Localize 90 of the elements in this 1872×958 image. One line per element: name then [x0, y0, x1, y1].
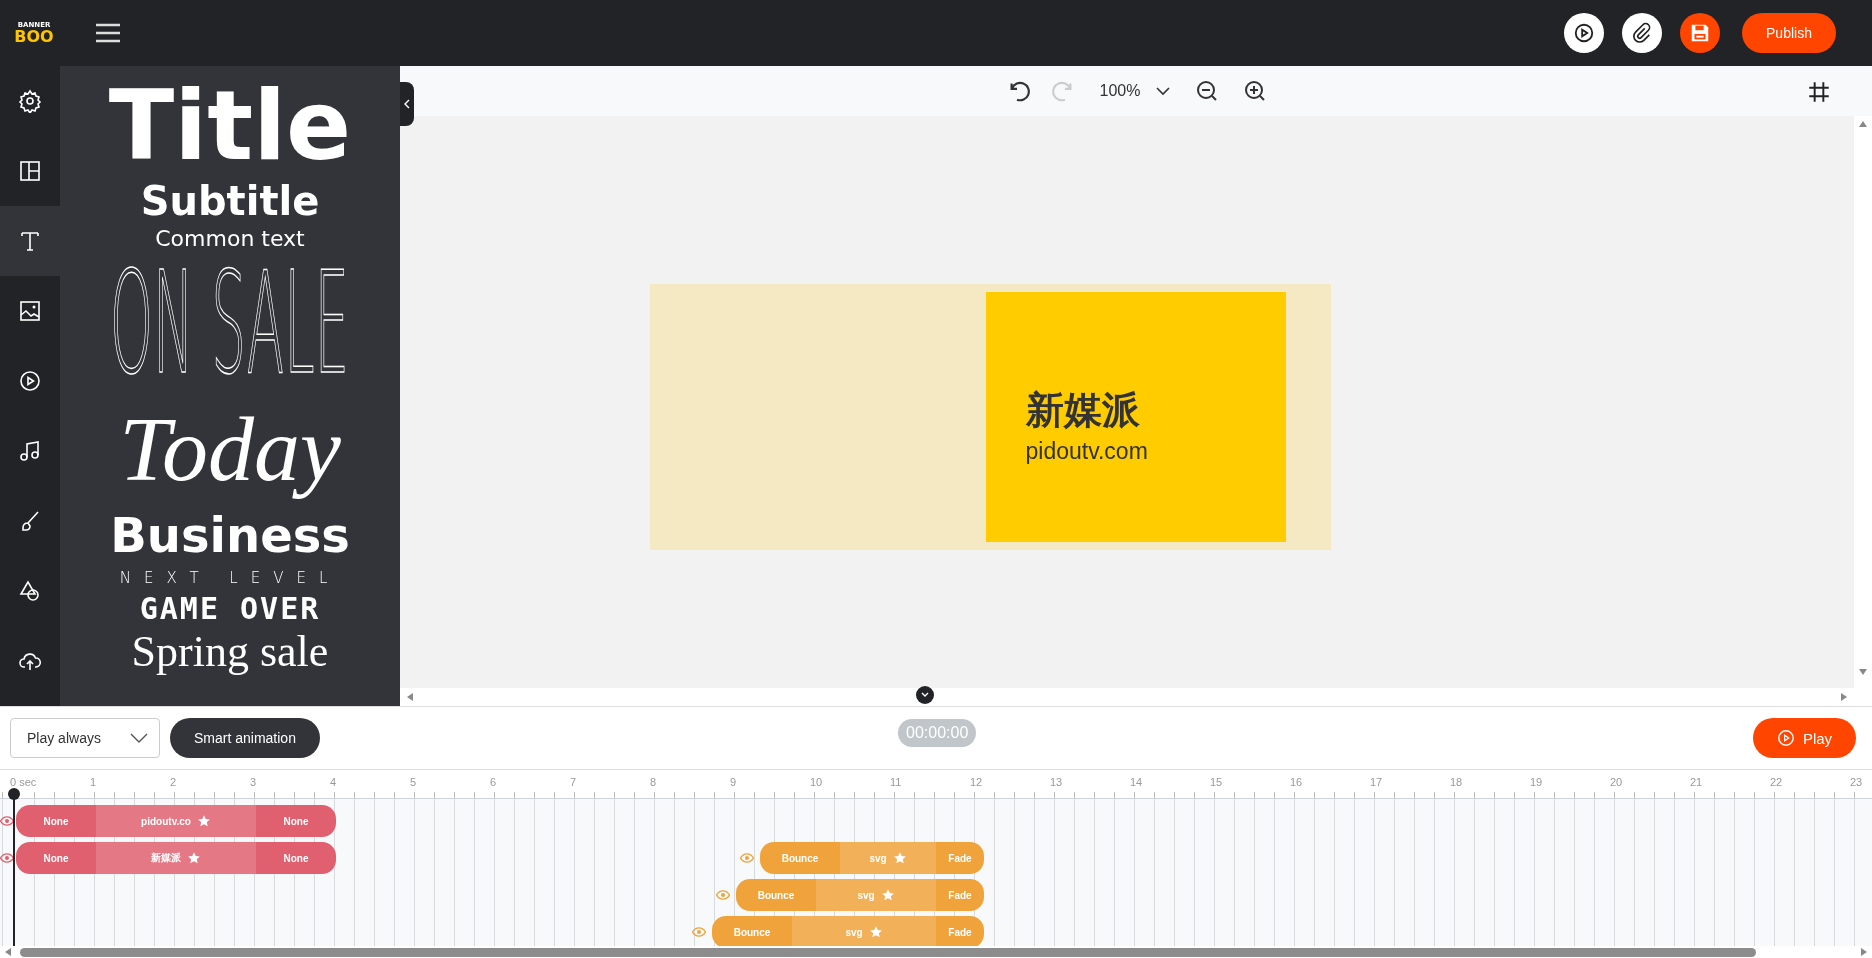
save-button[interactable]: [1680, 13, 1720, 53]
animation-segment[interactable]: Bounce: [760, 842, 840, 874]
collapse-panel-button[interactable]: [400, 82, 414, 126]
ruler-label: 2: [170, 776, 177, 788]
link-button[interactable]: [1622, 13, 1662, 53]
text-style-sample[interactable]: Spring sale: [131, 628, 329, 676]
ruler-label: 13: [1050, 776, 1063, 788]
text-style-sample[interactable]: Today: [119, 394, 341, 504]
settings-icon: [18, 89, 42, 113]
animation-segment[interactable]: Fade: [936, 842, 984, 874]
scroll-up-icon[interactable]: [1859, 120, 1867, 128]
animation-track-bar[interactable]: None 新媒派 None: [16, 842, 336, 874]
ruler-label: 20: [1610, 776, 1623, 788]
play-circle-icon: [18, 369, 42, 393]
preview-button[interactable]: [1564, 13, 1604, 53]
scroll-right-icon[interactable]: [1860, 948, 1868, 956]
chevron-left-icon: [403, 99, 411, 109]
star-icon: [880, 888, 895, 902]
shapes-icon: [18, 579, 42, 603]
zoom-dropdown[interactable]: 100%: [1099, 82, 1173, 100]
ruler-label: 23: [1850, 776, 1863, 788]
caret-icon: [129, 731, 149, 745]
animation-segment[interactable]: Fade: [936, 879, 984, 911]
ruler-label: 22: [1770, 776, 1783, 788]
animation-track-bar[interactable]: Bounce svg Fade: [760, 842, 984, 874]
text-style-sample[interactable]: Subtitle: [140, 178, 320, 224]
text-style-sample[interactable]: Common text: [155, 224, 305, 254]
banner-headline[interactable]: 新媒派: [1025, 385, 1286, 435]
star-icon: [868, 925, 883, 939]
text-icon: [18, 229, 42, 253]
publish-button[interactable]: Publish: [1742, 13, 1836, 53]
text-style-sample[interactable]: ON SALE: [110, 254, 350, 394]
ruler-label: 11: [890, 776, 902, 788]
smart-animation-button[interactable]: Smart animation: [170, 718, 320, 758]
playhead[interactable]: [8, 788, 20, 946]
scroll-right-icon[interactable]: [1840, 693, 1848, 701]
scrollbar-thumb[interactable]: [20, 947, 1756, 957]
animation-segment[interactable]: None: [256, 842, 336, 874]
animation-segment[interactable]: Fade: [936, 916, 984, 946]
star-icon: [196, 814, 211, 828]
music-note-icon: [18, 439, 42, 463]
ruler-label: 21: [1690, 776, 1703, 788]
layout-icon: [18, 159, 42, 183]
eye-icon[interactable]: [0, 814, 14, 828]
ruler-label: 3: [250, 776, 257, 788]
play-button[interactable]: Play: [1753, 718, 1856, 758]
animation-segment[interactable]: None: [16, 805, 96, 837]
eye-icon[interactable]: [0, 851, 14, 865]
ruler-label: 9: [730, 776, 737, 788]
ruler-label: 0 sec: [10, 776, 37, 788]
scroll-left-icon[interactable]: [406, 693, 414, 701]
image-icon: [18, 299, 42, 323]
ruler-label: 15: [1210, 776, 1223, 788]
animation-segment[interactable]: None: [16, 842, 96, 874]
ruler-label: 7: [570, 776, 577, 788]
animation-track-bar[interactable]: None pidoutv.co None: [16, 805, 336, 837]
animation-track-bar[interactable]: Bounce svg Fade: [712, 916, 984, 946]
ruler-label: 10: [810, 776, 823, 788]
star-icon: [892, 851, 907, 865]
animation-segment[interactable]: Bounce: [712, 916, 792, 946]
ruler-label: 14: [1130, 776, 1143, 788]
animation-segment[interactable]: None: [256, 805, 336, 837]
paperclip-icon: [1631, 22, 1653, 44]
text-style-sample[interactable]: NEXT LEVEL: [119, 566, 341, 590]
text-style-sample[interactable]: GAME OVER: [139, 590, 321, 628]
ruler-label: 5: [410, 776, 417, 788]
ruler-label: 17: [1370, 776, 1383, 788]
scroll-down-icon[interactable]: [1859, 668, 1867, 676]
star-icon: [187, 851, 201, 865]
ruler-label: 4: [330, 776, 337, 788]
animation-track-bar[interactable]: Bounce svg Fade: [736, 879, 984, 911]
ruler-label: 12: [970, 776, 983, 788]
play-mode-dropdown[interactable]: Play always: [10, 718, 160, 758]
menu-icon[interactable]: [94, 22, 122, 44]
grid-icon[interactable]: [1806, 79, 1832, 105]
expand-timeline-button[interactable]: [916, 686, 934, 704]
play-circle-icon: [1776, 729, 1795, 747]
banner-url[interactable]: pidoutv.com: [1025, 435, 1286, 467]
ruler-label: 18: [1450, 776, 1463, 788]
animation-segment[interactable]: Bounce: [736, 879, 816, 911]
text-style-sample[interactable]: Title: [108, 74, 352, 178]
ruler-label: 6: [490, 776, 497, 788]
text-style-sample[interactable]: Business: [110, 504, 350, 566]
ruler-label: 19: [1530, 776, 1543, 788]
time-display: 00:00:00: [898, 719, 977, 747]
scroll-left-icon[interactable]: [4, 948, 12, 956]
play-circle-icon: [1573, 22, 1595, 44]
ruler-label: 1: [90, 776, 97, 788]
ruler-label: 16: [1290, 776, 1303, 788]
ruler-label: 8: [650, 776, 657, 788]
